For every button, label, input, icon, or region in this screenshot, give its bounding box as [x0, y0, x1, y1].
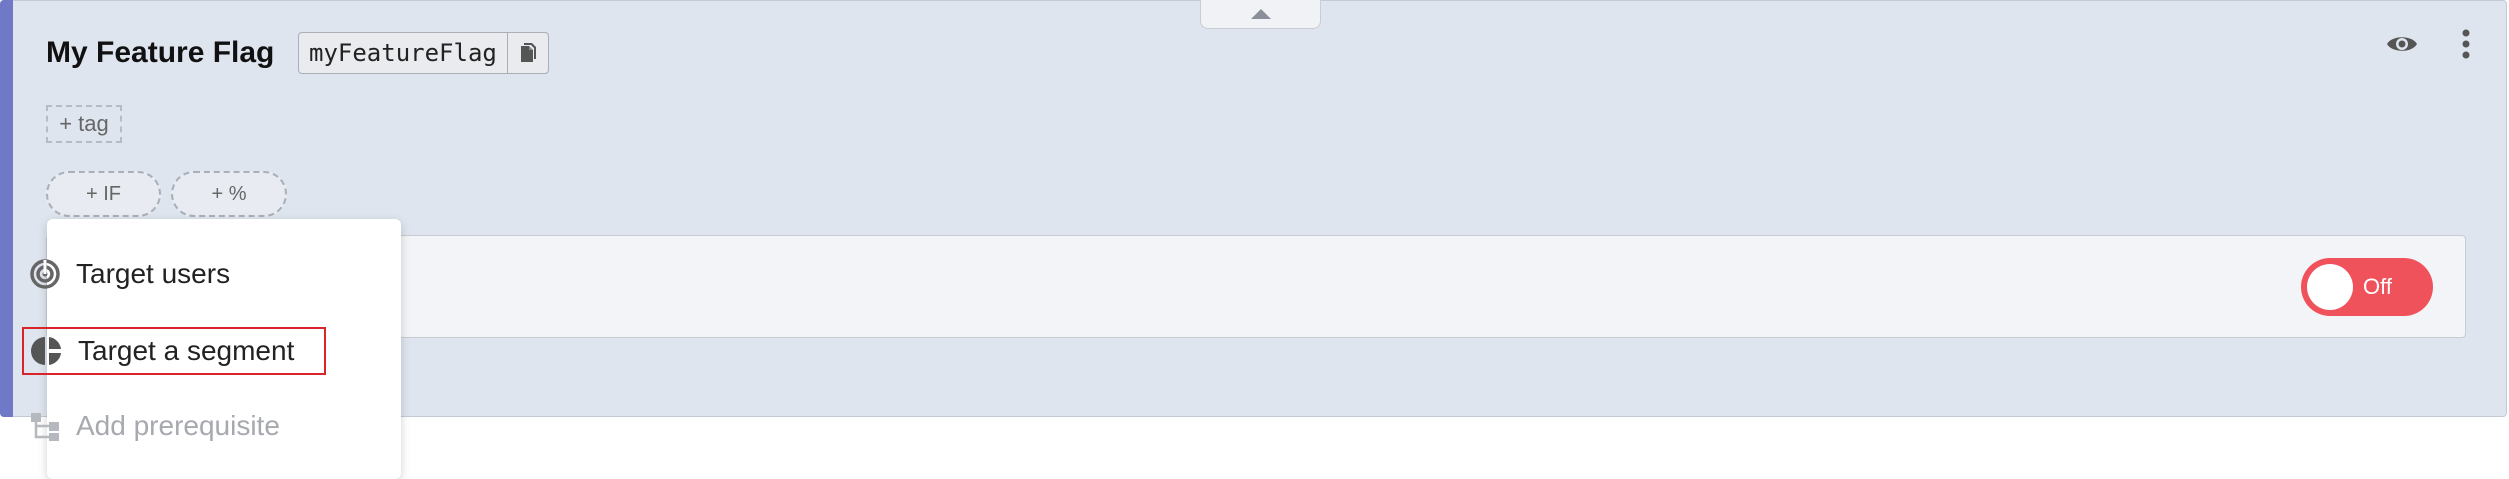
collapse-button[interactable] [1200, 0, 1321, 29]
default-value-row [46, 235, 2466, 338]
flag-title: My Feature Flag [46, 36, 275, 69]
menu-item-target-users[interactable]: Target users [22, 250, 326, 298]
card-accent-bar [0, 0, 13, 417]
caret-up-icon [1250, 9, 1271, 19]
add-if-rule-button[interactable]: + IF [46, 171, 161, 217]
visibility-button[interactable] [2384, 28, 2420, 60]
menu-item-label: Add prerequisite [76, 410, 280, 441]
add-percentage-rule-button[interactable]: + % [171, 171, 287, 217]
more-options-button[interactable] [2450, 26, 2482, 62]
target-icon [27, 256, 63, 292]
copy-icon [520, 43, 536, 62]
menu-item-label: Target users [76, 258, 231, 289]
toggle-knob [2307, 264, 2353, 310]
hierarchy-icon [27, 408, 63, 444]
eye-icon [2387, 37, 2417, 51]
flag-value-toggle[interactable]: Off [2301, 258, 2433, 316]
flag-key-chip: myFeatureFlag [298, 32, 549, 74]
add-tag-button[interactable]: + tag [46, 105, 122, 143]
copy-key-button[interactable] [506, 33, 548, 73]
pie-segment-icon [29, 333, 65, 369]
menu-item-target-segment[interactable]: Target a segment [22, 327, 326, 375]
menu-item-add-prerequisite[interactable]: Add prerequisite [22, 402, 326, 450]
more-vertical-icon [2462, 29, 2470, 59]
toggle-label: Off [2363, 274, 2392, 299]
flag-key: myFeatureFlag [309, 39, 497, 67]
menu-item-label: Target a segment [78, 335, 295, 366]
